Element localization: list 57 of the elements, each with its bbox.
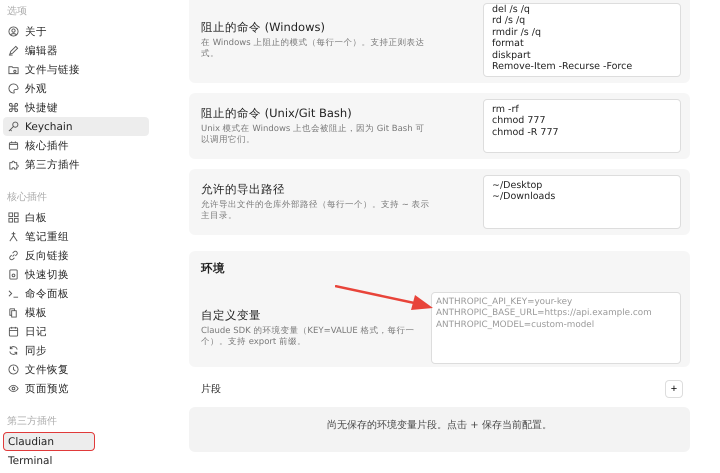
eye-icon — [8, 383, 19, 394]
user-circle-icon — [8, 26, 19, 37]
terminal-prompt-icon — [8, 288, 19, 299]
sidebar-item[interactable]: 第三方插件 — [3, 155, 149, 174]
empty-message: 尚无保存的环境变量片段。点击 + 保存当前配置。 — [327, 418, 552, 433]
sidebar-item[interactable]: 编辑器 — [3, 41, 149, 60]
setting-description: 允许导出文件的仓库外部路径（每行一个）。支持 ~ 表示主目录。 — [201, 200, 431, 222]
sidebar-item[interactable]: 反向链接 — [3, 246, 149, 265]
sidebar-item[interactable]: 笔记重组 — [3, 227, 149, 246]
puzzle-icon — [8, 159, 19, 170]
sidebar-item[interactable]: 快速切换 — [3, 265, 149, 284]
section-heading: 核心插件 — [6, 190, 48, 205]
grid-icon — [8, 212, 19, 223]
sidebar-item[interactable]: 文件恢复 — [3, 360, 149, 379]
textarea-field[interactable]: del /s /q rd /s /q rmdir /s /q format diskpart Remove-Item -Recurse -Force — [483, 3, 681, 77]
copy-icon — [8, 307, 19, 318]
section-heading: 第三方插件 — [6, 414, 58, 429]
sidebar-item[interactable]: 页面预览 — [3, 379, 149, 398]
key-icon — [8, 121, 19, 132]
sidebar-item[interactable]: Claudian — [3, 432, 95, 451]
setting-title: 自定义变量 — [201, 308, 262, 323]
setting-title: 阻止的命令 (Unix/Git Bash) — [201, 106, 353, 121]
textarea-field[interactable]: rm -rf chmod 777 chmod -R 777 — [483, 99, 681, 153]
calendar-icon — [8, 326, 19, 337]
box-icon — [8, 140, 19, 151]
folder-icon — [8, 64, 19, 75]
sidebar-item[interactable]: 白板 — [3, 208, 149, 227]
sidebar-item[interactable]: Keychain — [3, 117, 149, 136]
setting-description: 在 Windows 上阻止的模式（每行一个）。支持正则表达式。 — [201, 38, 426, 60]
sidebar-item[interactable]: 快捷键 — [3, 98, 149, 117]
setting-title: 允许的导出路径 — [201, 182, 286, 197]
link-icon — [8, 250, 19, 261]
sidebar-item[interactable]: 模板 — [3, 303, 149, 322]
textarea-field[interactable]: ~/Desktop ~/Downloads — [483, 175, 681, 229]
branch-icon — [8, 231, 19, 242]
palette-icon — [8, 83, 19, 94]
sidebar-item[interactable]: 日记 — [3, 322, 149, 341]
command-key-icon — [8, 102, 19, 113]
section-heading: 环境 — [201, 261, 226, 276]
pencil-icon — [8, 45, 19, 56]
add-button[interactable]: + — [665, 380, 683, 398]
textarea-field[interactable]: ANTHROPIC_API_KEY=your-key ANTHROPIC_BASE_URL=https://api.example.com ANTHROPIC_MODEL=custom-model — [431, 292, 681, 364]
sidebar-item[interactable]: 关于 — [3, 22, 149, 41]
document-icon — [8, 269, 19, 280]
section-label: 片段 — [201, 382, 221, 396]
clock-icon — [8, 364, 19, 375]
setting-title: 阻止的命令 (Windows) — [201, 20, 326, 35]
sidebar-item[interactable]: 文件与链接 — [3, 60, 149, 79]
sidebar-item[interactable]: 命令面板 — [3, 284, 149, 303]
sync-icon — [8, 345, 19, 356]
section-heading: 选项 — [6, 4, 28, 19]
sidebar-item[interactable]: 同步 — [3, 341, 149, 360]
setting-description: Claude SDK 的环境变量（KEY=VALUE 格式，每行一个）。支持 export 前缀。 — [201, 326, 416, 348]
sidebar-item[interactable]: 外观 — [3, 79, 149, 98]
sidebar-item[interactable]: Terminal — [3, 451, 149, 470]
sidebar-item[interactable]: 核心插件 — [3, 136, 149, 155]
setting-description: Unix 模式在 Windows 上也会被阻止，因为 Git Bash 可以调用它们。 — [201, 124, 426, 146]
